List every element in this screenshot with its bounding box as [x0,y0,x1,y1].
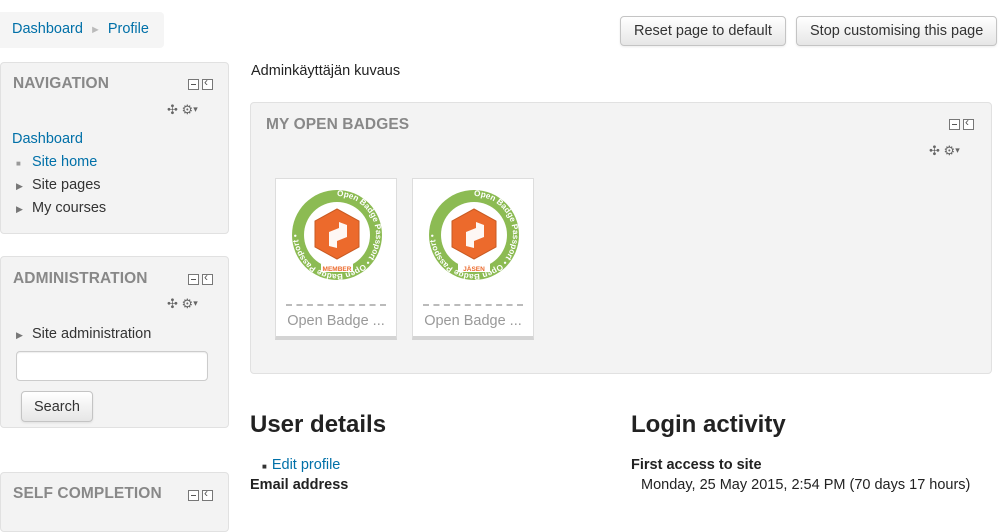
badge-card[interactable]: Open Badge Passport • Open Badge Passpor… [412,178,534,340]
block-actions [949,115,974,130]
move-icon[interactable]: ✣ [167,296,178,311]
block-actions [188,270,213,285]
dock-block-icon[interactable] [202,270,213,285]
hide-block-icon[interactable] [949,119,960,130]
breadcrumb-profile-link[interactable]: Profile [108,21,149,37]
badge-name: Open Badge ... [424,313,522,329]
hide-block-icon[interactable] [188,274,199,285]
divider [286,304,386,306]
square-bullet-icon: ■ [16,159,21,168]
user-details-heading: User details [250,411,387,438]
search-button[interactable]: Search [21,391,93,422]
nav-item-label[interactable]: Site home [32,154,97,170]
open-badges-title: MY OPEN BADGES [266,116,410,133]
dock-block-icon[interactable] [202,486,213,501]
stop-customising-button[interactable]: Stop customising this page [796,16,998,46]
dock-block-icon[interactable] [963,115,974,130]
admin-search-input[interactable] [16,351,208,381]
dock-block-icon[interactable] [202,75,213,90]
badge-ribbon: MEMBER [323,266,352,273]
nav-item-site-administration[interactable]: ▶ Site administration [16,326,151,342]
breadcrumb-dashboard-link[interactable]: Dashboard [12,21,83,37]
badge-card[interactable]: Open Badge Passport • Open Badge Passpor… [275,178,397,340]
move-icon[interactable]: ✣ [167,102,178,117]
hide-block-icon[interactable] [188,490,199,501]
triangle-right-icon: ▶ [16,181,23,191]
move-icon[interactable]: ✣ [929,143,940,158]
nav-item-site-pages[interactable]: ▶ Site pages [16,177,101,193]
triangle-right-icon: ▶ [16,330,23,340]
breadcrumb-separator: ► [89,24,101,36]
divider [423,304,523,306]
gear-icon[interactable]: ⚙▾ [182,102,198,117]
first-access-value: Monday, 25 May 2015, 2:54 PM (70 days 17… [641,477,971,493]
gear-icon[interactable]: ⚙▾ [182,296,198,311]
block-actions [188,75,213,90]
badge-ribbon: JÄSEN [463,265,485,273]
edit-profile-link[interactable]: Edit profile [272,457,341,473]
badge-name: Open Badge ... [287,313,385,329]
block-controls: ✣ ⚙▾ [929,143,960,159]
nav-item-my-courses[interactable]: ▶ My courses [16,200,106,216]
open-badge-passport-icon: Open Badge Passport • Open Badge Passpor… [428,189,520,281]
nav-dashboard-link[interactable]: Dashboard [12,131,83,147]
first-access-label: First access to site [631,457,762,473]
profile-description: Adminkäyttäjän kuvaus [251,63,401,79]
block-controls: ✣ ⚙▾ [167,102,198,118]
nav-item-label: My courses [32,200,107,216]
self-completion-title: SELF COMPLETION [13,485,162,502]
administration-title: ADMINISTRATION [13,270,148,287]
triangle-right-icon: ▶ [16,204,23,214]
navigation-title: NAVIGATION [13,75,110,92]
email-label: Email address [250,477,349,493]
self-completion-block: SELF COMPLETION [0,472,229,532]
nav-item-site-home[interactable]: ■ Site home [16,154,97,170]
hide-block-icon[interactable] [188,79,199,90]
open-badge-passport-icon: Open Badge Passport • Open Badge Passpor… [291,189,383,281]
login-activity-heading: Login activity [631,411,786,438]
nav-item-label: Site pages [32,177,101,193]
square-bullet-icon: ■ [262,462,267,471]
breadcrumb: Dashboard ► Profile [0,12,164,48]
block-controls: ✣ ⚙▾ [167,296,198,312]
nav-item-label: Site administration [32,326,152,342]
gear-icon[interactable]: ⚙▾ [944,143,960,158]
reset-page-button[interactable]: Reset page to default [620,16,786,46]
edit-profile-item[interactable]: ■ Edit profile [262,457,340,473]
block-actions [188,486,213,501]
